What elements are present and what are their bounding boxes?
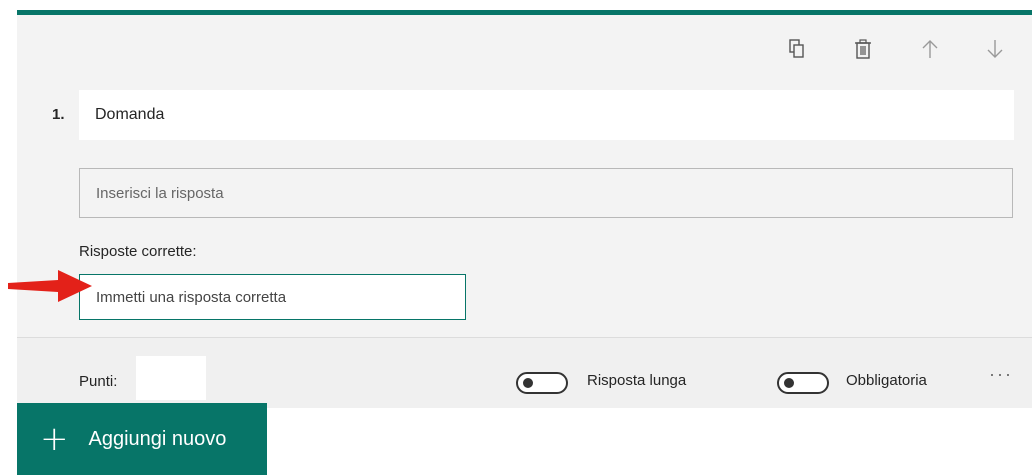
answer-preview-field: Inserisci la risposta (79, 168, 1013, 218)
add-new-button[interactable]: + Aggiungi nuovo (17, 403, 267, 475)
correct-answer-input[interactable] (79, 274, 466, 320)
toggle-knob (523, 378, 533, 388)
arrow-down-icon[interactable] (983, 37, 1007, 61)
trash-icon[interactable] (851, 37, 875, 61)
correct-answers-label: Risposte corrette: (79, 243, 197, 260)
arrow-up-icon[interactable] (918, 37, 942, 61)
toggle-knob (784, 378, 794, 388)
plus-icon: + (40, 419, 69, 459)
question-title-field[interactable]: Domanda (79, 90, 1014, 140)
question-card: 1. Domanda Inserisci la risposta Rispost… (17, 10, 1032, 408)
question-number: 1. (52, 106, 65, 123)
annotation-arrow-icon (8, 270, 92, 302)
long-answer-toggle[interactable] (516, 372, 568, 394)
points-input[interactable] (136, 356, 206, 400)
copy-icon[interactable] (785, 37, 809, 61)
points-label: Punti: (79, 373, 118, 390)
required-label: Obbligatoria (846, 372, 927, 389)
long-answer-label: Risposta lunga (587, 372, 687, 389)
add-new-label: Aggiungi nuovo (88, 427, 227, 450)
required-toggle[interactable] (777, 372, 829, 394)
question-title: Domanda (95, 106, 165, 123)
more-options-icon[interactable]: ··· (989, 364, 1013, 385)
question-footer: Punti: Risposta lunga Obbligatoria ··· (17, 338, 1032, 408)
answer-placeholder: Inserisci la risposta (96, 184, 224, 202)
